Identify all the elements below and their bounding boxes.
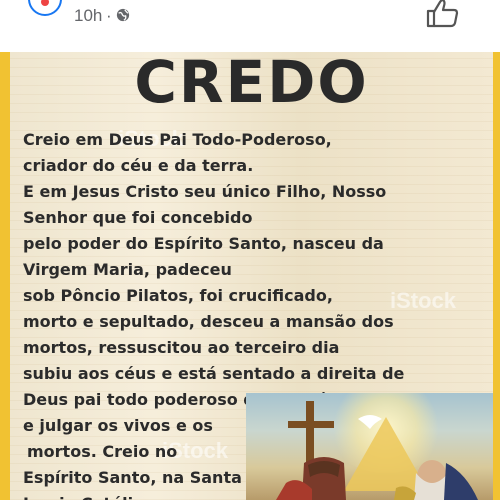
dove-icon: [358, 415, 382, 429]
post-image[interactable]: iStock iStock iStock CREDO Creio em Deus…: [0, 52, 500, 500]
prayer-title: CREDO: [134, 52, 369, 116]
separator-dot: ·: [106, 6, 112, 25]
prayer-line: Virgem Maria, padeceu: [23, 260, 232, 279]
prayer-line: criador do céu e da terra.: [23, 156, 254, 175]
painting-figures: [276, 401, 478, 500]
prayer-line: sob Pôncio Pilatos, foi crucificado,: [23, 286, 333, 305]
post-header: 10h ·: [0, 0, 500, 52]
prayer-line: subiu aos céus e está sentado a direita …: [23, 364, 405, 383]
prayer-line: Senhor que foi concebido: [23, 208, 253, 227]
prayer-line: mortos, ressuscitou ao terceiro dia: [23, 338, 340, 357]
parchment-background: iStock iStock iStock CREDO Creio em Deus…: [10, 52, 493, 500]
profile-avatar[interactable]: [28, 0, 62, 16]
globe-icon[interactable]: [116, 8, 130, 22]
prayer-line: morto e sepultado, desceu a mansão dos: [23, 312, 394, 331]
prayer-line: E em Jesus Cristo seu único Filho, Nosso: [23, 182, 387, 201]
holy-trinity-painting: [246, 393, 493, 500]
prayer-line: Creio em Deus Pai Todo-Poderoso,: [23, 130, 332, 149]
prayer-line: pelo poder do Espírito Santo, nasceu da: [23, 234, 384, 253]
thumbs-up-icon[interactable]: [424, 0, 460, 28]
post-timestamp[interactable]: 10h: [74, 6, 102, 26]
avatar-badge: [41, 0, 49, 6]
